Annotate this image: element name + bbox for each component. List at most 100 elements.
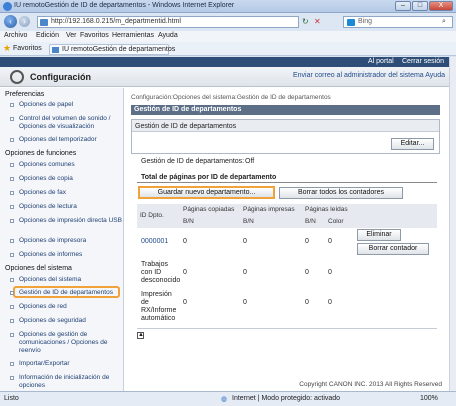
status-bar: Listo ◍ Internet | Modo protegido: activ… [0, 391, 456, 406]
logout-link[interactable]: Cerrar sesión [402, 58, 444, 65]
main-panel: Configuración:Opciones del sistema:Gesti… [131, 88, 442, 391]
cell-copied: 0 [183, 299, 187, 306]
cell-scanned-color: 0 [328, 299, 332, 306]
sidebar-item-copia[interactable]: Opciones de copia [19, 175, 123, 183]
cell-scanned-color: 0 [328, 269, 332, 276]
menu-edicion[interactable]: Edición [36, 32, 59, 39]
delete-button[interactable]: Eliminar [357, 229, 401, 241]
window-title: IU remotoGestión de ID de departamentos … [14, 2, 235, 9]
sub-bw-copied: B/N [183, 218, 194, 225]
sidebar-item-importar[interactable]: Importar/Exportar [19, 360, 123, 368]
bullet-icon [10, 376, 14, 380]
sidebar-item-departamentos[interactable]: Gestión de ID de departamentos [19, 289, 123, 297]
cell-scanned-bw: 0 [305, 299, 309, 306]
cell-copied: 0 [183, 238, 187, 245]
sidebar-item-informes[interactable]: Opciones de informes [19, 251, 123, 259]
sub-bw-printed: B/N [243, 218, 254, 225]
sidebar-item-papel[interactable]: Opciones de papel [19, 101, 123, 109]
page-header-bar: Al portal Cerrar sesión [0, 57, 449, 67]
settings-gear-icon [10, 70, 24, 84]
sidebar-item-comunes[interactable]: Opciones comunes [19, 161, 123, 169]
menu-herramientas[interactable]: Herramientas [112, 32, 154, 39]
back-button[interactable]: ‹ [4, 15, 17, 28]
bullet-icon [10, 219, 14, 223]
sub-color-scanned: Color [328, 218, 344, 225]
stop-icon[interactable]: ✕ [314, 17, 321, 26]
app-title: Configuración [30, 72, 91, 82]
col-id-header: ID Dpto. [140, 212, 164, 219]
clear-counter-button[interactable]: Borrar contador [357, 243, 429, 255]
rx-report-label: Impresión de RX/Informe automático [141, 291, 177, 322]
bing-icon [347, 19, 355, 26]
cell-copied: 0 [183, 269, 187, 276]
cell-scanned-bw: 0 [305, 238, 309, 245]
clear-all-counters-button[interactable]: Borrar todos los contadores [279, 187, 403, 199]
bullet-icon [10, 333, 14, 337]
sidebar-item-temporizador[interactable]: Opciones del temporizador [19, 136, 123, 144]
page-content: Al portal Cerrar sesión Configuración En… [0, 57, 449, 391]
status-text: Listo [4, 395, 19, 402]
zoom-level[interactable]: 100% [420, 395, 438, 402]
register-department-button[interactable]: Guardar nuevo departamento... [138, 186, 275, 199]
sidebar-item-usb[interactable]: Opciones de impresión directa USB [19, 217, 123, 225]
sidebar-item-inicializacion[interactable]: Información de inicialización de opcione… [19, 374, 123, 390]
ie-icon [3, 2, 12, 11]
bullet-icon [10, 163, 14, 167]
cell-scanned-bw: 0 [305, 269, 309, 276]
menu-favoritos[interactable]: Favoritos [80, 32, 109, 39]
bullet-icon [10, 117, 14, 121]
vertical-scrollbar[interactable] [449, 57, 456, 391]
sidebar-item-sistema[interactable]: Opciones del sistema [19, 276, 123, 284]
subbox-title: Gestión de ID de departamentos [135, 123, 237, 130]
url-field[interactable]: http://192.168.0.215/m_departmentid.html [37, 16, 299, 28]
close-button[interactable]: X [429, 1, 453, 11]
bullet-icon [10, 362, 14, 366]
bullet-icon [10, 291, 14, 295]
scroll-top-icon[interactable]: ▲ [137, 332, 144, 339]
forward-button[interactable]: › [19, 16, 30, 27]
maximize-button[interactable]: □ [412, 1, 428, 11]
sidebar-item-fax[interactable]: Opciones de fax [19, 189, 123, 197]
sidebar-item-lectura[interactable]: Opciones de lectura [19, 203, 123, 211]
url-text: http://192.168.0.215/m_departmentid.html [51, 18, 181, 25]
menu-ver[interactable]: Ver [66, 32, 77, 39]
bullet-icon [10, 103, 14, 107]
globe-icon: ◍ [221, 396, 228, 403]
sidebar-item-impresora[interactable]: Opciones de impresora [19, 237, 123, 245]
favorites-button[interactable]: Favoritos [13, 45, 42, 52]
refresh-icon[interactable]: ↻ [302, 17, 309, 26]
top-links[interactable]: Enviar correo al administrador del siste… [293, 72, 445, 79]
window-titlebar: IU remotoGestión de ID de departamentos … [0, 0, 456, 13]
section-title: Gestión de ID de departamentos [131, 105, 440, 115]
bullet-icon [10, 205, 14, 209]
sidebar-section-sistema: Opciones del sistema [5, 265, 72, 272]
copyright: Copyright CANON INC. 2013 All Rights Res… [299, 381, 442, 388]
search-icon[interactable]: ⌕ [442, 18, 446, 26]
dept-id-link[interactable]: 0000001 [141, 238, 168, 245]
search-placeholder: Bing [358, 18, 373, 25]
search-input[interactable]: Bing ⌕ [343, 16, 453, 28]
sidebar-item-red[interactable]: Opciones de red [19, 303, 123, 311]
cell-printed: 0 [243, 299, 247, 306]
sidebar-section-preferencias: Preferencias [5, 91, 45, 98]
address-bar: ‹ › http://192.168.0.215/m_departmentid.… [0, 13, 456, 31]
cell-printed: 0 [243, 269, 247, 276]
sidebar-item-comunicaciones[interactable]: Opciones de gestión de comunicaciones / … [19, 331, 123, 355]
menu-ayuda[interactable]: Ayuda [158, 32, 178, 39]
sidebar-item-seguridad[interactable]: Opciones de seguridad [19, 317, 123, 325]
bullet-icon [10, 239, 14, 243]
sidebar: Preferencias Opciones de papel Control d… [0, 88, 124, 391]
minimize-button[interactable]: – [395, 1, 411, 11]
col-printed-header: Páginas impresas [243, 206, 295, 213]
sidebar-item-volumen[interactable]: Control del volumen de sonido / Opciones… [19, 115, 123, 131]
menu-archivo[interactable]: Archivo [4, 32, 27, 39]
tab-title: IU remotoGestión de departamentos [62, 46, 176, 53]
zone-text[interactable]: Internet | Modo protegido: activado [232, 395, 340, 402]
portal-link[interactable]: Al portal [368, 58, 394, 65]
browser-tab[interactable]: IU remotoGestión de departamentos [49, 44, 175, 55]
totals-title: Total de páginas por ID de departamento [141, 174, 277, 181]
edit-button[interactable]: Editar... [391, 138, 434, 150]
bullet-icon [10, 319, 14, 323]
cell-printed: 0 [243, 238, 247, 245]
bullet-icon [10, 305, 14, 309]
